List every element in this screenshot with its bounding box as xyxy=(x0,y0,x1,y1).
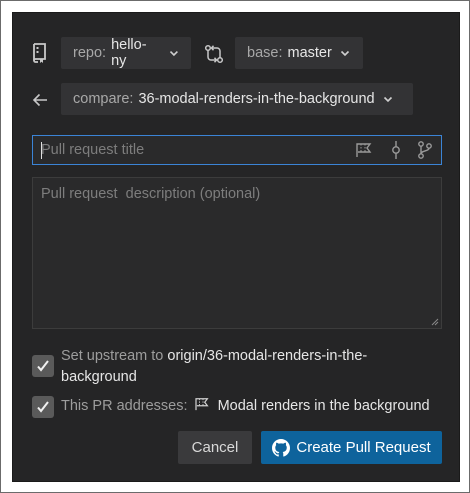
cancel-button[interactable]: Cancel xyxy=(178,431,252,464)
checkmark-icon xyxy=(37,360,49,372)
chevron-down-icon xyxy=(170,50,179,57)
compare-selector[interactable]: compare: 36-modal-renders-in-the-backgro… xyxy=(61,83,413,115)
pr-title-field xyxy=(32,135,442,165)
addresses-label: This PR addresses: Modal renders in the … xyxy=(61,396,451,417)
base-selector[interactable]: base: master xyxy=(235,37,363,69)
title-input-tools xyxy=(355,141,441,159)
addresses-prefix: This PR addresses: xyxy=(61,398,188,414)
create-pull-request-button[interactable]: Create Pull Request xyxy=(261,431,442,464)
base-label: base: xyxy=(247,45,283,61)
chevron-down-icon xyxy=(340,50,349,57)
compare-value: 36-modal-renders-in-the-background xyxy=(138,91,375,107)
upstream-prefix: Set upstream to xyxy=(61,348,164,364)
repo-label: repo: xyxy=(73,45,107,61)
checkmark-icon xyxy=(37,401,49,413)
repo-icon xyxy=(33,43,46,63)
git-branch-icon[interactable] xyxy=(417,141,433,159)
addresses-checkbox[interactable] xyxy=(32,396,54,418)
upstream-target-cont: background xyxy=(61,369,137,385)
create-pr-panel: repo: hello-ny base: master compare: 36-… xyxy=(12,12,460,482)
upstream-target: origin/36-modal-renders-in-the- xyxy=(167,348,368,364)
repo-value: hello-ny xyxy=(111,37,147,69)
milestone-icon xyxy=(194,398,209,411)
chevron-down-icon xyxy=(383,96,392,103)
addresses-issue: Modal renders in the background xyxy=(217,398,430,414)
create-button-label: Create Pull Request xyxy=(296,439,431,456)
compare-label: compare: xyxy=(73,91,134,107)
pr-title-input[interactable] xyxy=(33,136,355,164)
text-caret xyxy=(41,142,42,159)
window-frame: repo: hello-ny base: master compare: 36-… xyxy=(0,0,470,493)
upstream-checkbox[interactable] xyxy=(32,355,54,377)
git-commit-icon[interactable] xyxy=(389,141,403,159)
upstream-label: Set upstream to origin/36-modal-renders-… xyxy=(61,346,441,388)
arrow-left-icon[interactable] xyxy=(32,92,48,108)
resize-grip-icon[interactable] xyxy=(431,318,439,326)
github-icon xyxy=(272,438,291,457)
base-value: master xyxy=(287,45,332,61)
milestone-icon[interactable] xyxy=(355,142,375,158)
repo-selector[interactable]: repo: hello-ny xyxy=(61,37,191,69)
git-compare-icon xyxy=(204,44,224,64)
pr-description-textarea[interactable] xyxy=(32,177,442,329)
